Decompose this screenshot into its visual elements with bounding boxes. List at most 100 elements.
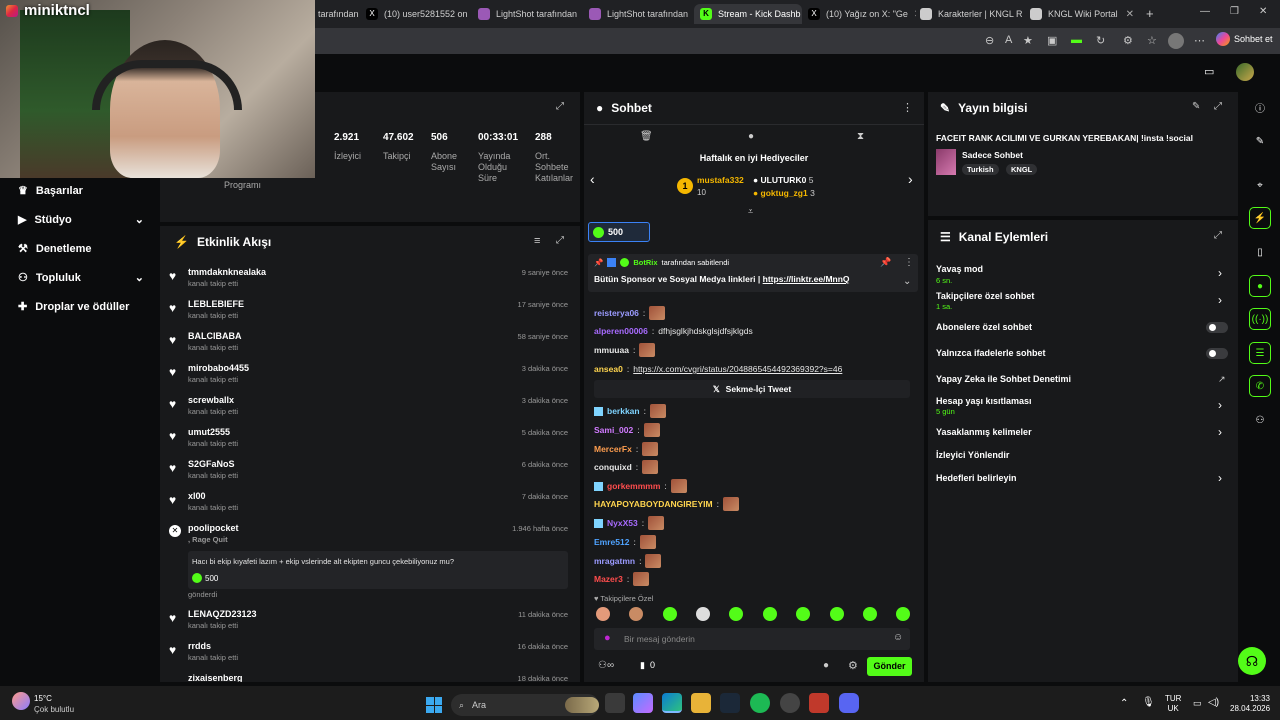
chat-user[interactable]: berkkan	[607, 406, 640, 416]
close-icon[interactable]: ✕	[914, 9, 916, 20]
browser-tab[interactable]: KNGL Wiki Portal ✕	[1030, 4, 1134, 24]
filter-icon[interactable]: ≡	[534, 235, 540, 247]
extension-icon[interactable]: ▣	[1047, 34, 1057, 47]
copilot-app-icon[interactable]	[633, 693, 653, 713]
info-icon[interactable]: ⓘ	[1249, 96, 1271, 118]
edit-icon[interactable]: ✎	[1192, 101, 1200, 112]
chat-user[interactable]: ansea0	[594, 364, 623, 374]
chevron-right-icon[interactable]: ›	[1218, 398, 1222, 412]
users-icon[interactable]: ⚇∞	[598, 660, 614, 671]
emote-face[interactable]	[629, 607, 643, 621]
taskbar-search[interactable]: ⌕ Ara	[451, 694, 599, 716]
chat-user[interactable]: reisterya06	[594, 308, 639, 318]
new-tab-icon[interactable]: +	[1146, 6, 1154, 21]
maximize-icon[interactable]: ❐	[1230, 6, 1239, 17]
emoji-icon[interactable]: ☺	[893, 632, 903, 643]
emote-kick[interactable]	[729, 607, 743, 621]
emote-thumb[interactable]	[596, 607, 610, 621]
banned-words-label[interactable]: Yasaklanmış kelimeler	[936, 427, 1032, 437]
volume-icon[interactable]: ◁)	[1208, 697, 1219, 708]
edge-app-icon[interactable]	[662, 693, 682, 713]
explorer-app-icon[interactable]	[691, 693, 711, 713]
trash-icon[interactable]: 🗑	[640, 131, 653, 142]
list-icon[interactable]: ☰	[1249, 342, 1271, 364]
chevron-right-icon[interactable]: ›	[1218, 425, 1222, 439]
external-link-icon[interactable]: ↗	[1218, 374, 1226, 385]
weather-icon[interactable]	[12, 692, 30, 710]
close-window-icon[interactable]: ✕	[1259, 6, 1267, 17]
favorite-star-icon[interactable]: ★	[1023, 34, 1033, 47]
support-chat-icon[interactable]: ☊	[1238, 647, 1266, 675]
collapse-icon[interactable]: ⩡	[748, 206, 753, 217]
chat-user[interactable]: HAYAPOYABOYDANGIREYIM	[594, 499, 713, 509]
minimize-icon[interactable]: —	[1200, 6, 1210, 17]
focus-icon[interactable]: ⌖	[1249, 174, 1271, 196]
emote-kick[interactable]	[863, 607, 877, 621]
emote-kick[interactable]	[796, 607, 810, 621]
emote-kick[interactable]	[896, 607, 910, 621]
chat-user[interactable]: Sami_002	[594, 425, 633, 435]
sidebar-item-denetleme[interactable]: ⚒ Denetleme	[18, 242, 92, 256]
chat-user[interactable]: mragatmn	[594, 556, 635, 566]
unpin-icon[interactable]: 📌	[880, 257, 891, 268]
chevron-right-icon[interactable]: ›	[908, 171, 913, 187]
windows-start-icon[interactable]	[426, 697, 442, 713]
language-indicator[interactable]: TUR UK	[1165, 694, 1181, 714]
pencil-icon[interactable]: ✎	[1249, 130, 1271, 152]
more-vert-icon[interactable]: ⋮	[904, 257, 914, 268]
extension-icon[interactable]: ▬	[1071, 34, 1082, 46]
emote-kick[interactable]	[763, 607, 777, 621]
expand-icon[interactable]: ⤢	[556, 101, 564, 112]
steam-app-icon[interactable]	[720, 693, 740, 713]
taskview-icon[interactable]	[605, 693, 625, 713]
chat-user[interactable]: Emre512	[594, 537, 629, 547]
chevron-right-icon[interactable]: ›	[1218, 266, 1222, 280]
chat-settings-bubble-icon[interactable]: ●	[823, 660, 829, 671]
emote-ball[interactable]	[696, 607, 710, 621]
extensions-puzzle-icon[interactable]: ⚙	[1123, 34, 1133, 47]
refresh-icon[interactable]: ↻	[1096, 34, 1105, 47]
expand-icon[interactable]: ⤢	[556, 235, 564, 246]
emote-kick[interactable]	[830, 607, 844, 621]
chevron-right-icon[interactable]: ›	[1218, 293, 1222, 307]
sidebar-item-droplar[interactable]: ✚ Droplar ve ödüller	[18, 300, 129, 314]
chat-bubble-icon[interactable]: ●	[1249, 275, 1271, 297]
chat-user[interactable]: conquixd	[594, 462, 632, 472]
send-button[interactable]: Gönder	[867, 657, 912, 676]
expand-icon[interactable]: ⤢	[1214, 101, 1222, 112]
mic-icon[interactable]: ●	[604, 632, 611, 644]
spotify-app-icon[interactable]	[750, 693, 770, 713]
user-avatar[interactable]	[1236, 63, 1254, 81]
chat-user[interactable]: MercerFx	[594, 444, 632, 454]
favorites-icon[interactable]: ☆	[1147, 34, 1157, 47]
theater-icon[interactable]: ▭	[1204, 65, 1214, 78]
chat-user[interactable]: gorkemmmm	[607, 481, 660, 491]
chat-user[interactable]: alperen00006	[594, 326, 648, 336]
chevron-left-icon[interactable]: ‹	[590, 171, 595, 187]
hourglass-icon[interactable]: ⧗	[857, 131, 864, 142]
github-app-icon[interactable]	[780, 693, 800, 713]
chat-user[interactable]: Mazer3	[594, 574, 623, 584]
slow-mode-label[interactable]: Yavaş mod	[936, 264, 983, 274]
subscribers-only-toggle[interactable]	[1206, 322, 1228, 333]
mic-icon[interactable]: 🎙	[1142, 697, 1155, 708]
bolt-icon[interactable]: ⚡	[1249, 207, 1271, 229]
chat-user[interactable]: NyxX53	[607, 518, 638, 528]
more-icon[interactable]: ⋯	[1194, 34, 1205, 47]
gear-icon[interactable]: ⚙	[848, 659, 858, 672]
sidebar-item-studyo[interactable]: ▶ Stüdyo ⌄	[18, 213, 144, 227]
close-icon[interactable]: ✕	[1126, 9, 1134, 20]
sidebar-item-basarilar[interactable]: ♛ Başarılar	[18, 184, 83, 198]
emote-kick[interactable]	[663, 607, 677, 621]
broadcast-icon[interactable]: ((·))	[1249, 308, 1271, 330]
shield-app-icon[interactable]	[809, 693, 829, 713]
tag[interactable]: Turkish	[962, 164, 999, 175]
chevron-down-icon[interactable]: ⌄	[903, 276, 911, 287]
emote-only-toggle[interactable]	[1206, 348, 1228, 359]
browser-tab-active[interactable]: KStream - Kick Dashb✕	[694, 4, 802, 24]
users-icon[interactable]: ⚇	[1249, 409, 1271, 431]
goals-label[interactable]: Hedefleri belirleyin	[936, 473, 1017, 483]
chevron-up-icon[interactable]: ⌃	[1120, 698, 1128, 709]
chevron-right-icon[interactable]: ›	[1218, 471, 1222, 485]
network-icon[interactable]: ▭	[1193, 698, 1202, 709]
